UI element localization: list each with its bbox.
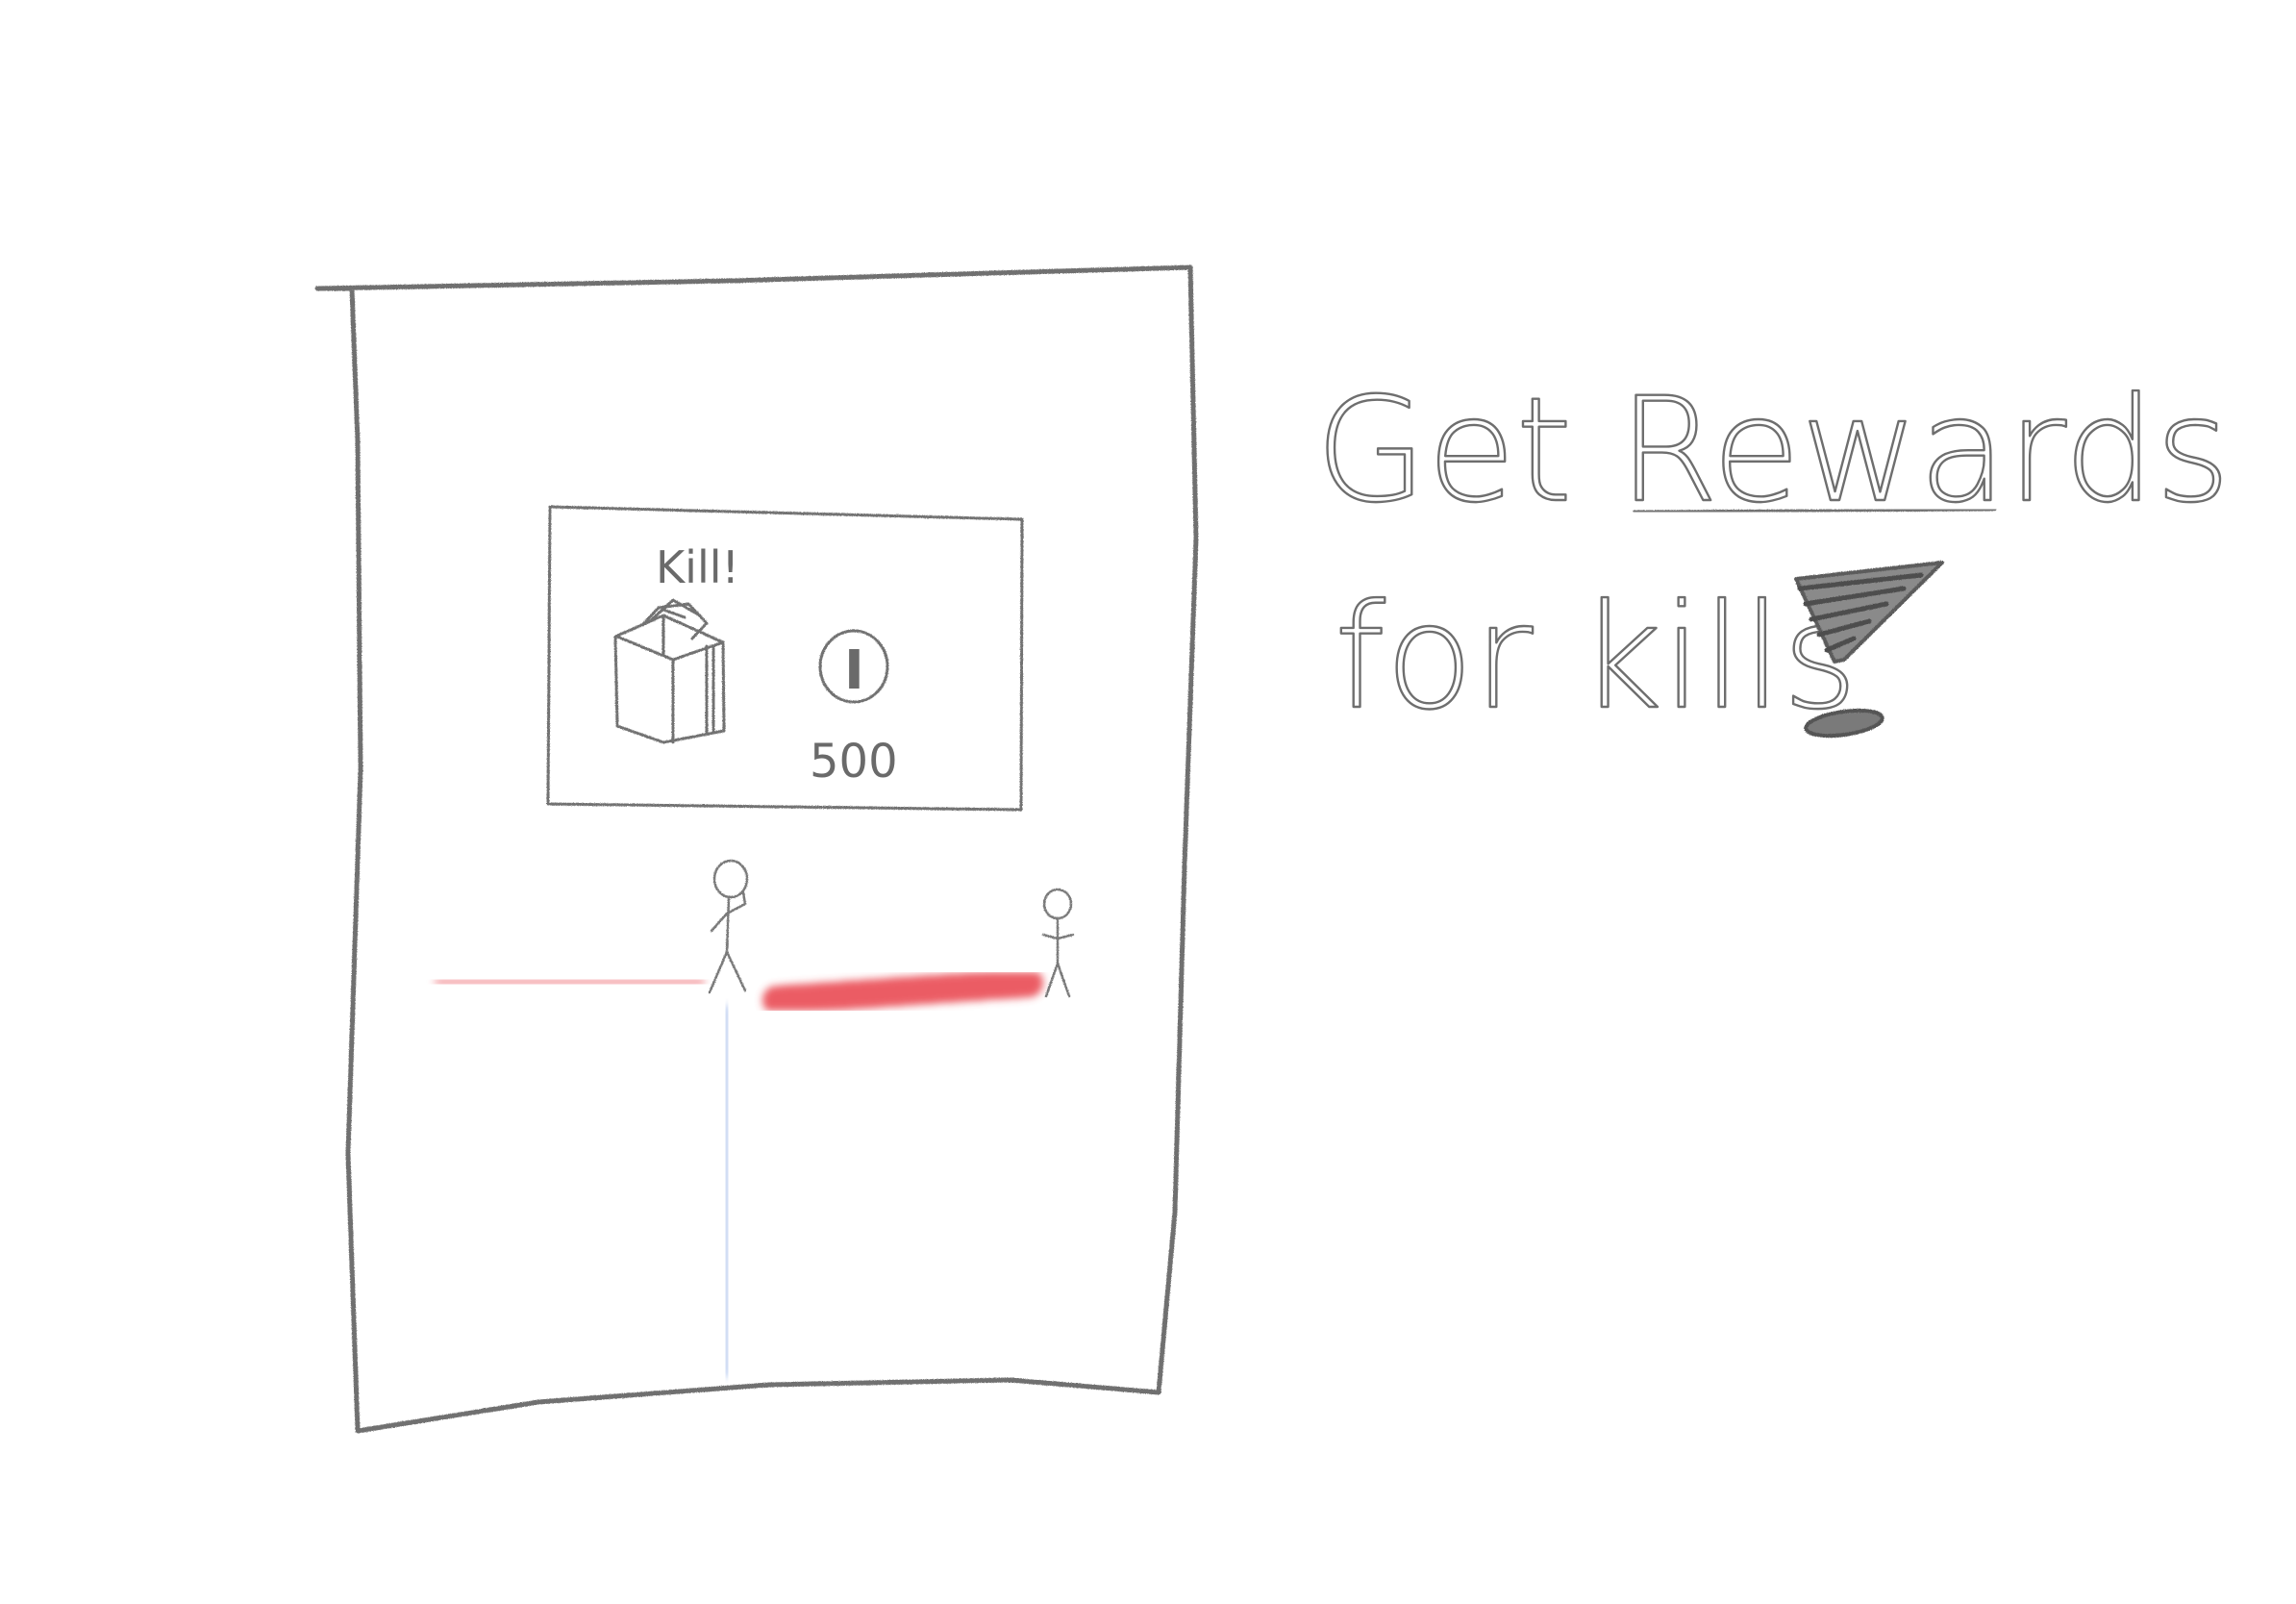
- reward-popup-border: [546, 505, 1024, 812]
- coin-symbol: I: [844, 639, 864, 702]
- enemy-stick-figure: [1041, 888, 1075, 998]
- coin-icon: I: [818, 629, 889, 704]
- player-stick-figure: [708, 859, 749, 994]
- sketch-drawing: Kill! I 500 Get Rewards for kills: [314, 264, 2232, 1434]
- coin-amount: 500: [810, 735, 898, 789]
- reward-popup: Kill! I 500: [546, 505, 1024, 812]
- headline-underline-stroke: [1633, 508, 1997, 514]
- red-path-right: [762, 968, 1043, 1015]
- headline-line-2: for kills: [1335, 574, 1858, 741]
- reward-popup-title: Kill!: [656, 541, 739, 593]
- treasure-box-icon: [613, 598, 726, 744]
- red-path-left: [435, 968, 705, 995]
- sketch-canvas: Kill! I 500 Get Rewards for kills: [0, 0, 2296, 1604]
- device-frame: [314, 264, 1199, 1434]
- blue-path: [710, 1005, 744, 1377]
